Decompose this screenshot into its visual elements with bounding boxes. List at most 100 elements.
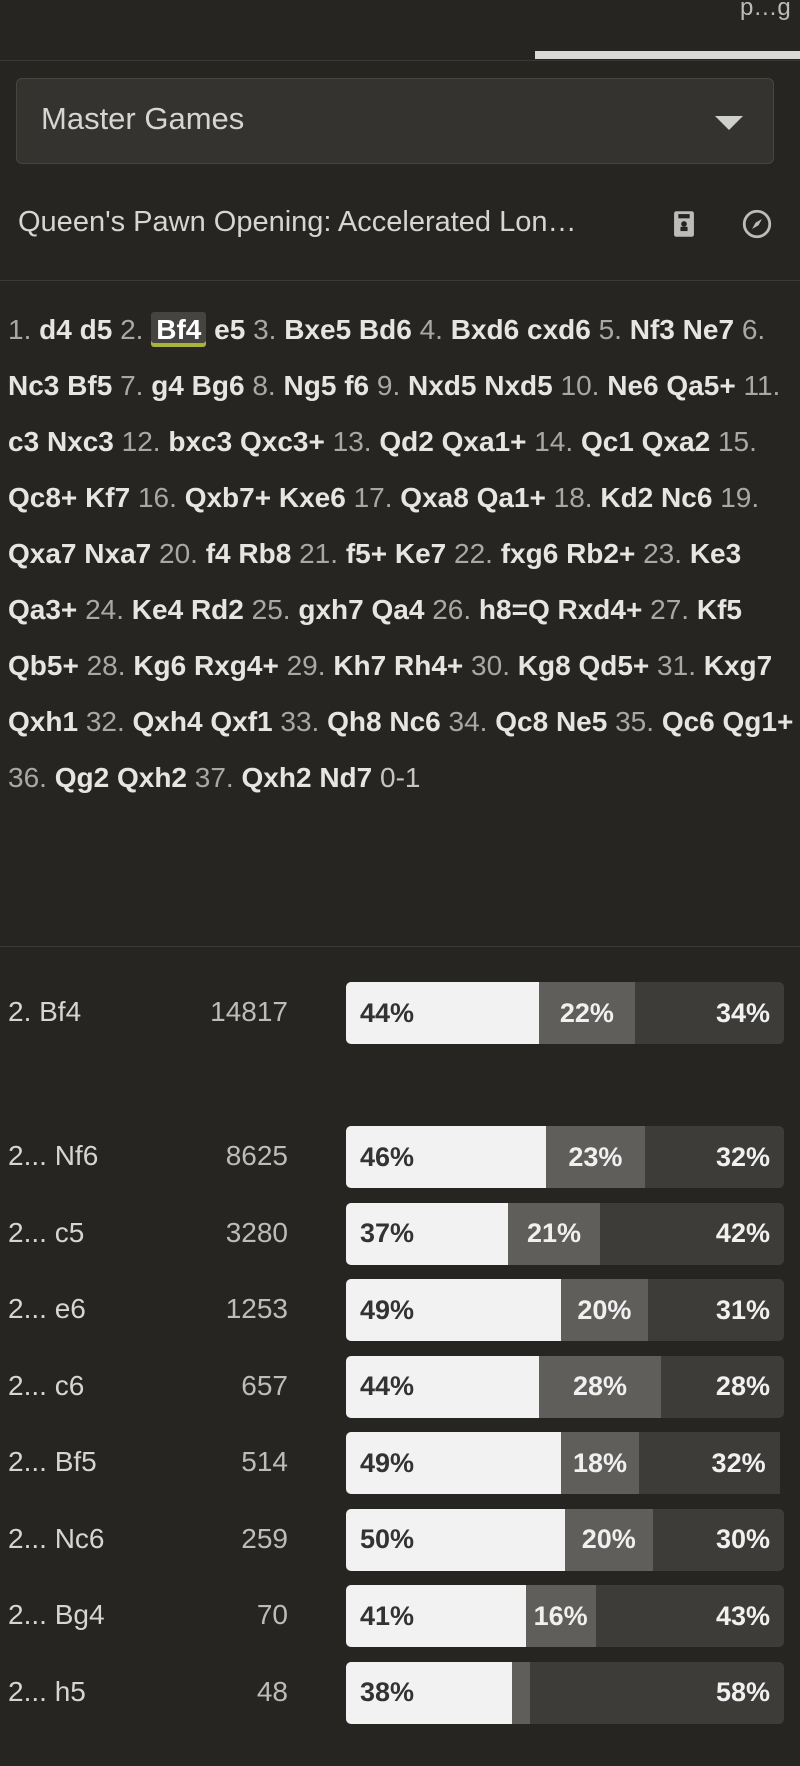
move[interactable]: Rxg4+	[194, 650, 279, 681]
move[interactable]: Kh7	[333, 650, 386, 681]
move[interactable]: d5	[80, 314, 113, 345]
move[interactable]: Rb2+	[566, 538, 635, 569]
move[interactable]: Qxa1+	[442, 426, 527, 457]
move[interactable]: Qc8+	[8, 482, 77, 513]
book-icon[interactable]	[667, 207, 701, 241]
move[interactable]: Qh8	[327, 706, 381, 737]
move[interactable]: Nxd5	[408, 370, 476, 401]
move-number: 1.	[8, 314, 32, 345]
move[interactable]: Ke3	[690, 538, 741, 569]
move[interactable]: Qd2	[379, 426, 433, 457]
move[interactable]: Rb8	[238, 538, 291, 569]
candidate-move-row[interactable]: 2... c5 3280 37% 21% 42%	[0, 1202, 800, 1265]
move[interactable]: Qxa8	[400, 482, 469, 513]
candidate-move-row[interactable]: 2... c6 657 44% 28% 28%	[0, 1355, 800, 1418]
move[interactable]: Qd5+	[578, 650, 649, 681]
move[interactable]: e5	[214, 314, 245, 345]
move[interactable]: Kf7	[85, 482, 130, 513]
move[interactable]: Qa4	[371, 594, 424, 625]
move[interactable]: Bxe5	[284, 314, 351, 345]
move[interactable]: Nxc3	[47, 426, 114, 457]
move[interactable]: f6	[344, 370, 369, 401]
move-number: 20.	[159, 538, 198, 569]
move[interactable]: Bxd6	[451, 314, 519, 345]
move[interactable]: Nc6	[661, 482, 712, 513]
source-select[interactable]: Master Games	[16, 78, 774, 164]
current-move-row[interactable]: 2. Bf4 14817 44% 22% 34%	[0, 982, 800, 1044]
move[interactable]: Qxf1	[210, 706, 272, 737]
move[interactable]: Kg6	[133, 650, 186, 681]
move-number: 24.	[85, 594, 124, 625]
move[interactable]: Rh4+	[394, 650, 463, 681]
move[interactable]: Kd2	[600, 482, 653, 513]
move[interactable]: f5+	[346, 538, 387, 569]
move[interactable]: h8=Q	[479, 594, 550, 625]
candidate-move-row[interactable]: 2... Bg4 70 41% 16% 43%	[0, 1585, 800, 1647]
move[interactable]: Qa3+	[8, 594, 77, 625]
move[interactable]: Kf5	[697, 594, 742, 625]
move[interactable]: f4	[206, 538, 231, 569]
move-number: 14.	[534, 426, 574, 457]
move[interactable]: Ne7	[683, 314, 734, 345]
move[interactable]: g4	[151, 370, 184, 401]
move[interactable]: Qxh4	[133, 706, 203, 737]
move[interactable]: Ke7	[395, 538, 446, 569]
move[interactable]: Nf3	[630, 314, 675, 345]
move[interactable]: Qc1	[581, 426, 634, 457]
move[interactable]: Qxb7+	[185, 482, 271, 513]
move[interactable]: Qc8	[495, 706, 548, 737]
candidate-move-row[interactable]: 2... Bf5 514 49% 18% 32%	[0, 1432, 800, 1494]
move[interactable]: Qb5+	[8, 650, 79, 681]
row-games-count: 3280	[225, 1216, 288, 1248]
move[interactable]: Ke4	[132, 594, 183, 625]
candidate-move-row[interactable]: 2... e6 1253 49% 20% 31%	[0, 1279, 800, 1341]
row-games-count: 48	[256, 1675, 288, 1707]
row-move: 2... Nc6	[8, 1522, 105, 1554]
move[interactable]: Kg8	[518, 650, 571, 681]
candidate-move-row[interactable]: 2... h5 48 38% 58%	[0, 1661, 800, 1724]
move[interactable]: gxh7	[298, 594, 363, 625]
move[interactable]: Bf5	[67, 370, 112, 401]
tab-label-clipped[interactable]: p…g	[740, 0, 791, 22]
move[interactable]: Bd6	[359, 314, 412, 345]
row-games-count: 14817	[210, 996, 288, 1027]
move[interactable]: Qg1+	[723, 706, 794, 737]
move[interactable]: Qg2	[55, 762, 109, 793]
move[interactable]: c3	[8, 426, 39, 457]
current-move[interactable]: Bf4	[151, 312, 207, 347]
move[interactable]: Qxh2	[242, 762, 312, 793]
move[interactable]: Nd7	[319, 762, 372, 793]
move[interactable]: Qxh2	[117, 762, 187, 793]
move[interactable]: Kxe6	[279, 482, 346, 513]
move[interactable]: Bg6	[192, 370, 245, 401]
move[interactable]: Qc6	[662, 706, 715, 737]
row-games-count: 8625	[225, 1140, 288, 1171]
move[interactable]: Ne6	[607, 370, 658, 401]
source-select-value: Master Games	[41, 101, 245, 136]
move[interactable]: Ng5	[284, 370, 337, 401]
move[interactable]: Nc6	[389, 706, 440, 737]
move[interactable]: fxg6	[501, 538, 559, 569]
move[interactable]: Ne5	[556, 706, 607, 737]
move[interactable]: Kxg7	[704, 650, 772, 681]
candidate-move-row[interactable]: 2... Nf6 8625 46% 23% 32%	[0, 1126, 800, 1188]
white-win-segment: 41%	[346, 1585, 526, 1647]
move[interactable]: Rd2	[191, 594, 244, 625]
move[interactable]: Qxa7	[8, 538, 77, 569]
move[interactable]: Nc3	[8, 370, 59, 401]
move[interactable]: Rxd4+	[558, 594, 643, 625]
move[interactable]: Qxc3+	[240, 426, 325, 457]
move[interactable]: cxd6	[527, 314, 591, 345]
compass-icon[interactable]	[740, 207, 774, 241]
move[interactable]: Qxh1	[8, 706, 78, 737]
move[interactable]: Qa1+	[477, 482, 546, 513]
move[interactable]: Nxa7	[84, 538, 151, 569]
move[interactable]: Nxd5	[484, 370, 552, 401]
move[interactable]: Qa5+	[666, 370, 735, 401]
candidate-move-row[interactable]: 2... Nc6 259 50% 20% 30%	[0, 1508, 800, 1571]
move-number: 15.	[717, 426, 757, 457]
move[interactable]: d4	[39, 314, 72, 345]
result-bar: 38% 58%	[346, 1661, 784, 1724]
move[interactable]: Qxa2	[642, 426, 711, 457]
move[interactable]: bxc3	[168, 426, 232, 457]
